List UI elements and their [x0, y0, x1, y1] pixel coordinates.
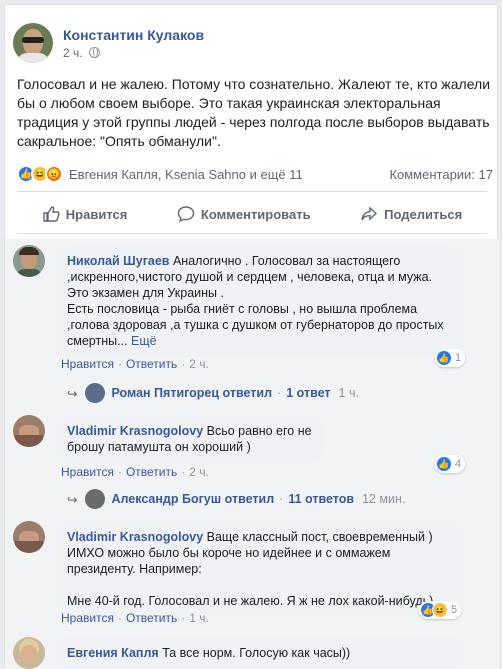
replier-avatar [85, 489, 106, 509]
post-text: Голосовал и не жалею. Потому что сознате… [17, 76, 491, 149]
comment-item: Vladimir Krasnogolovy Всьо равно его не … [13, 415, 325, 463]
comment-bubble: Vladimir Krasnogolovy Всьо равно его не … [55, 415, 325, 463]
reply-arrow-icon: ↪ [67, 386, 78, 401]
post-author-name[interactable]: Константин Кулаков [63, 27, 204, 43]
commenter-avatar[interactable] [13, 521, 45, 553]
comment-text: Аналогично . Голосовал за настоящего ,ис… [67, 254, 444, 348]
comment-bubble: Vladimir Krasnogolovy Ваще классный пост… [55, 521, 465, 617]
reply-time: 1 ч. [338, 386, 359, 400]
post-time[interactable]: 2 ч. [63, 46, 83, 60]
comment-time[interactable]: 2 ч. [189, 465, 209, 479]
comment-label: Комментировать [200, 206, 311, 222]
divider [17, 191, 487, 192]
comment-like-button[interactable]: Нравится [61, 357, 114, 371]
comment-text: Та все норм. Голосую как часы)) [162, 646, 351, 660]
share-button[interactable]: Поделиться [360, 205, 462, 223]
share-icon [361, 206, 378, 221]
reaction-count: 5 [451, 604, 458, 616]
comment-item: Евгения Капля Та все норм. Голосую как ч… [13, 637, 465, 669]
replier-name: Роман Пятигорец ответил [111, 386, 273, 400]
divider [17, 233, 487, 234]
replier-name: Александр Богуш ответил [111, 492, 275, 506]
reply-count: 11 ответов [288, 492, 355, 506]
comment-actions: Нравится · Ответить · 2 ч. [61, 357, 209, 371]
post-header: Константин Кулаков 2 ч. [13, 23, 204, 63]
reaction-count: 1 [455, 352, 462, 364]
comment-time[interactable]: 1 ч. [189, 611, 209, 625]
globe-icon [88, 47, 100, 58]
replier-avatar [85, 383, 106, 403]
comment-reaction-badge[interactable]: 👍 😆 5 [419, 601, 462, 619]
like-reaction-icon: 👍 [436, 456, 452, 472]
comment-item: Николай Шугаев Аналогично . Голосовал за… [13, 245, 465, 357]
commenter-name[interactable]: Николай Шугаев [67, 254, 169, 268]
comment-reply-button[interactable]: Ответить [126, 611, 177, 625]
comment-bubble: Евгения Капля Та все норм. Голосую как ч… [55, 637, 465, 669]
comment-icon [177, 206, 195, 223]
reply-time: 12 мин. [362, 492, 406, 506]
comments-section: Николай Шугаев Аналогично . Голосовал за… [5, 239, 499, 669]
comment-actions: Нравится · Ответить · 1 ч. [61, 611, 209, 625]
author-avatar[interactable] [13, 23, 53, 63]
commenter-name[interactable]: Евгения Капля [67, 646, 159, 660]
haha-reaction-icon: 😆 [432, 602, 448, 618]
like-reaction-icon: 👍 [436, 350, 452, 366]
like-button[interactable]: Нравится [42, 205, 128, 223]
comment-item: Vladimir Krasnogolovy Ваще классный пост… [13, 521, 465, 617]
replies-link[interactable]: ↪ Роман Пятигорец ответил · 1 ответ 1 ч. [67, 383, 359, 403]
commenter-avatar[interactable] [13, 637, 45, 669]
reply-arrow-icon: ↪ [67, 492, 78, 507]
comment-bubble: Николай Шугаев Аналогично . Голосовал за… [55, 245, 465, 357]
reactions-left[interactable]: 👍 😆 😠 Евгения Капля, Ksenia Sahno и ещё … [17, 165, 303, 183]
commenter-avatar[interactable] [13, 415, 45, 447]
replies-link[interactable]: ↪ Александр Богуш ответил · 11 ответов 1… [67, 489, 405, 509]
see-more-link[interactable]: Ещё [131, 334, 157, 348]
comment-like-button[interactable]: Нравится [61, 465, 114, 479]
comment-reaction-badge[interactable]: 👍 1 [435, 349, 466, 367]
commenter-name[interactable]: Vladimir Krasnogolovy [67, 530, 203, 544]
thumbs-up-icon [43, 206, 60, 222]
reactions-summary: 👍 😆 😠 Евгения Капля, Ksenia Sahno и ещё … [17, 165, 493, 183]
commenter-name[interactable]: Vladimir Krasnogolovy [67, 424, 203, 438]
comment-reply-button[interactable]: Ответить [126, 465, 177, 479]
comments-count[interactable]: Комментарии: 17 [389, 167, 493, 182]
comment-reaction-badge[interactable]: 👍 4 [435, 455, 466, 473]
comment-actions: Нравится · Ответить · 2 ч. [61, 465, 209, 479]
comment-like-button[interactable]: Нравится [61, 611, 114, 625]
comment-time[interactable]: 2 ч. [189, 357, 209, 371]
post-actions: Нравится Комментировать Поделиться [17, 197, 487, 231]
like-label: Нравится [65, 206, 128, 222]
commenter-avatar[interactable] [13, 245, 45, 277]
share-label: Поделиться [384, 206, 463, 222]
angry-reaction-icon: 😠 [45, 165, 63, 183]
reaction-count: 4 [455, 458, 462, 470]
post-card: Константин Кулаков 2 ч. Голосовал и не ж… [4, 4, 499, 669]
reaction-names[interactable]: Евгения Капля, Ksenia Sahno и ещё 11 [69, 167, 303, 182]
comment-reply-button[interactable]: Ответить [126, 357, 177, 371]
comment-button[interactable]: Комментировать [177, 205, 311, 223]
reply-count: 1 ответ [286, 386, 331, 400]
